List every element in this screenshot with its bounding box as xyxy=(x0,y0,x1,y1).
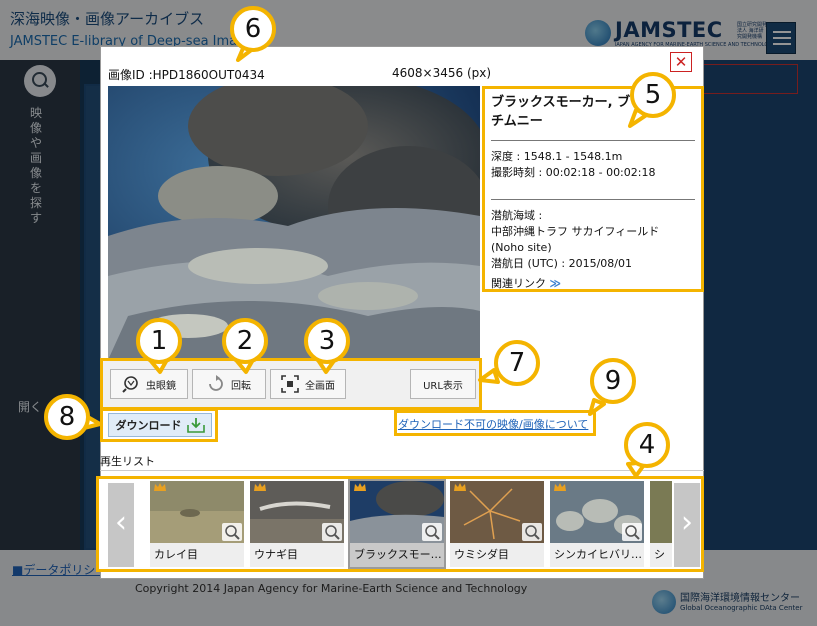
callout-badge: 8 xyxy=(44,394,90,440)
callout-badge: 5 xyxy=(630,72,676,118)
callout-badge: 3 xyxy=(304,318,350,364)
callout-tails xyxy=(82,44,650,478)
callout-badge: 6 xyxy=(230,6,276,52)
callout-badge: 4 xyxy=(624,422,670,468)
callout-badge: 1 xyxy=(136,318,182,364)
callout-badge: 9 xyxy=(590,358,636,404)
callout-badge: 7 xyxy=(494,340,540,386)
callout-tail-9 xyxy=(588,398,606,416)
callout-badge: 2 xyxy=(222,318,268,364)
